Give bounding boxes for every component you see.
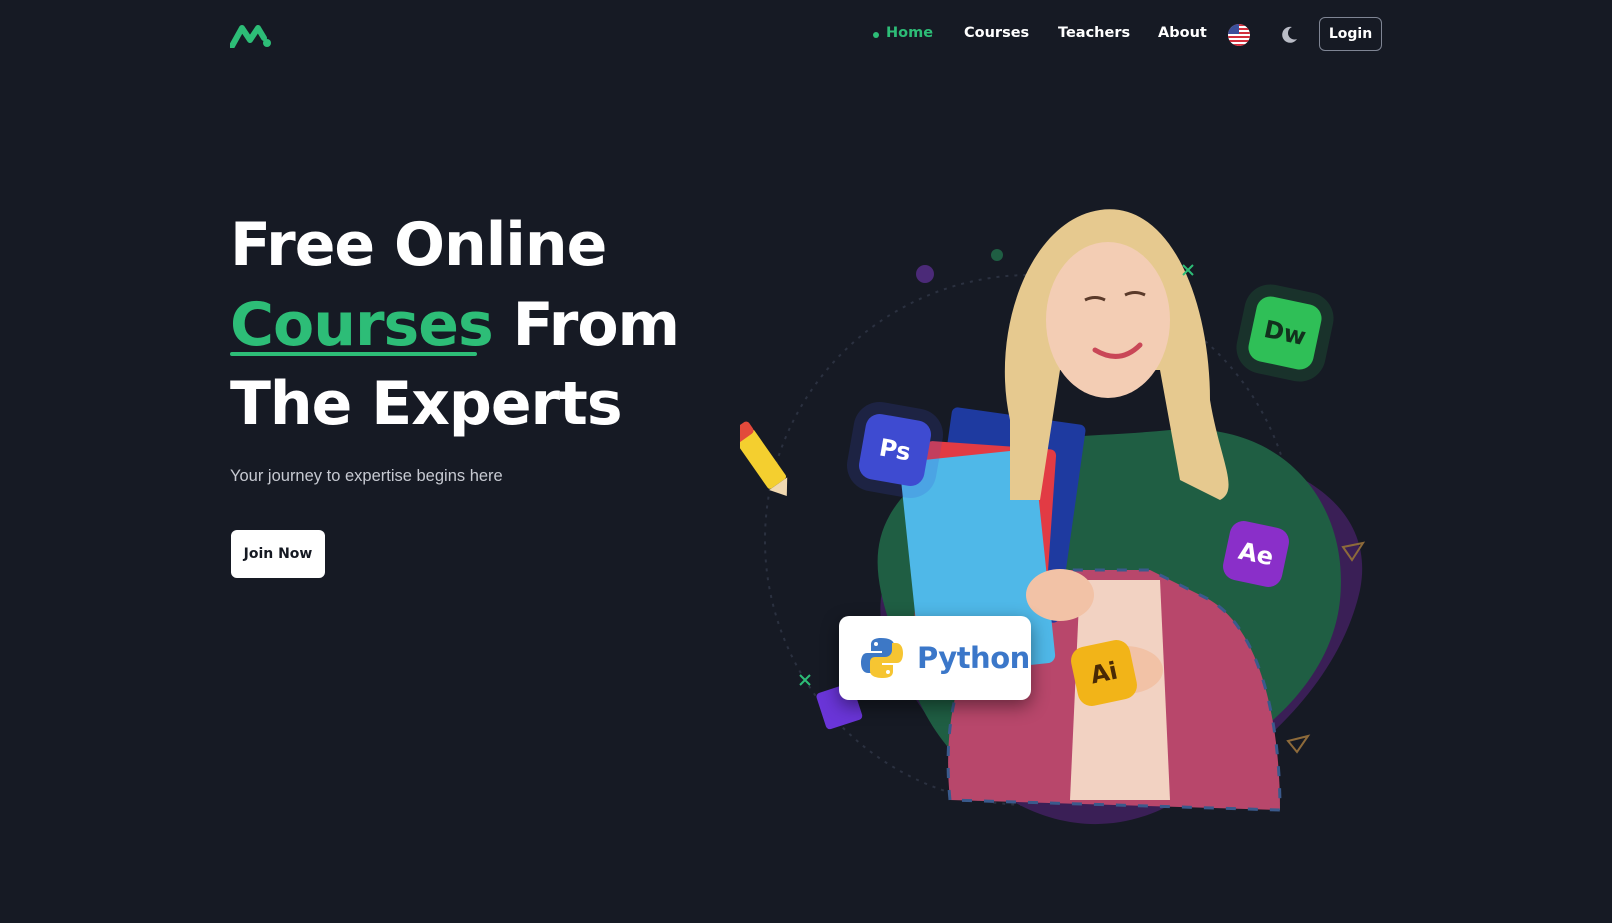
photoshop-badge: Ps [856, 411, 934, 489]
nav-teachers-label: Teachers [1058, 25, 1131, 41]
nav-teachers[interactable]: Teachers [1058, 25, 1130, 41]
python-card: Python [839, 616, 1031, 700]
nav-courses[interactable]: Courses [964, 25, 1029, 41]
hero-title-line2: Courses From [230, 295, 680, 355]
hero-subtitle: Your journey to expertise begins here [230, 467, 503, 485]
highlight-underline [230, 352, 477, 356]
dreamweaver-badge: Dw [1245, 293, 1325, 373]
illustrator-badge: Ai [1068, 637, 1140, 709]
python-logo-icon [861, 638, 903, 678]
hero-title-line1: Free Online [230, 210, 607, 280]
ai-label: Ai [1087, 656, 1121, 690]
nav-about[interactable]: About [1158, 25, 1207, 41]
moon-icon[interactable] [1279, 25, 1299, 45]
active-indicator [873, 32, 879, 38]
nav-about-label: About [1158, 25, 1207, 41]
login-button[interactable]: Login [1319, 17, 1382, 51]
python-label: Python [917, 641, 1030, 675]
ae-label: Ae [1236, 536, 1276, 572]
nav-home[interactable]: Home [873, 25, 934, 41]
dw-label: Dw [1261, 314, 1309, 352]
hero-illustration [740, 209, 1366, 825]
us-flag-icon[interactable] [1228, 24, 1250, 46]
hero-title-line2-rest: From [512, 290, 680, 360]
join-now-button[interactable]: Join Now [231, 530, 325, 578]
nav-home-label: Home [886, 25, 934, 41]
nav-courses-label: Courses [964, 25, 1030, 41]
hero-title-line3: The Experts [230, 369, 623, 439]
after-effects-badge: Ae [1220, 518, 1292, 590]
ps-label: Ps [877, 433, 913, 467]
brand-logo[interactable] [230, 22, 272, 48]
hero-highlight: Courses [230, 290, 494, 360]
